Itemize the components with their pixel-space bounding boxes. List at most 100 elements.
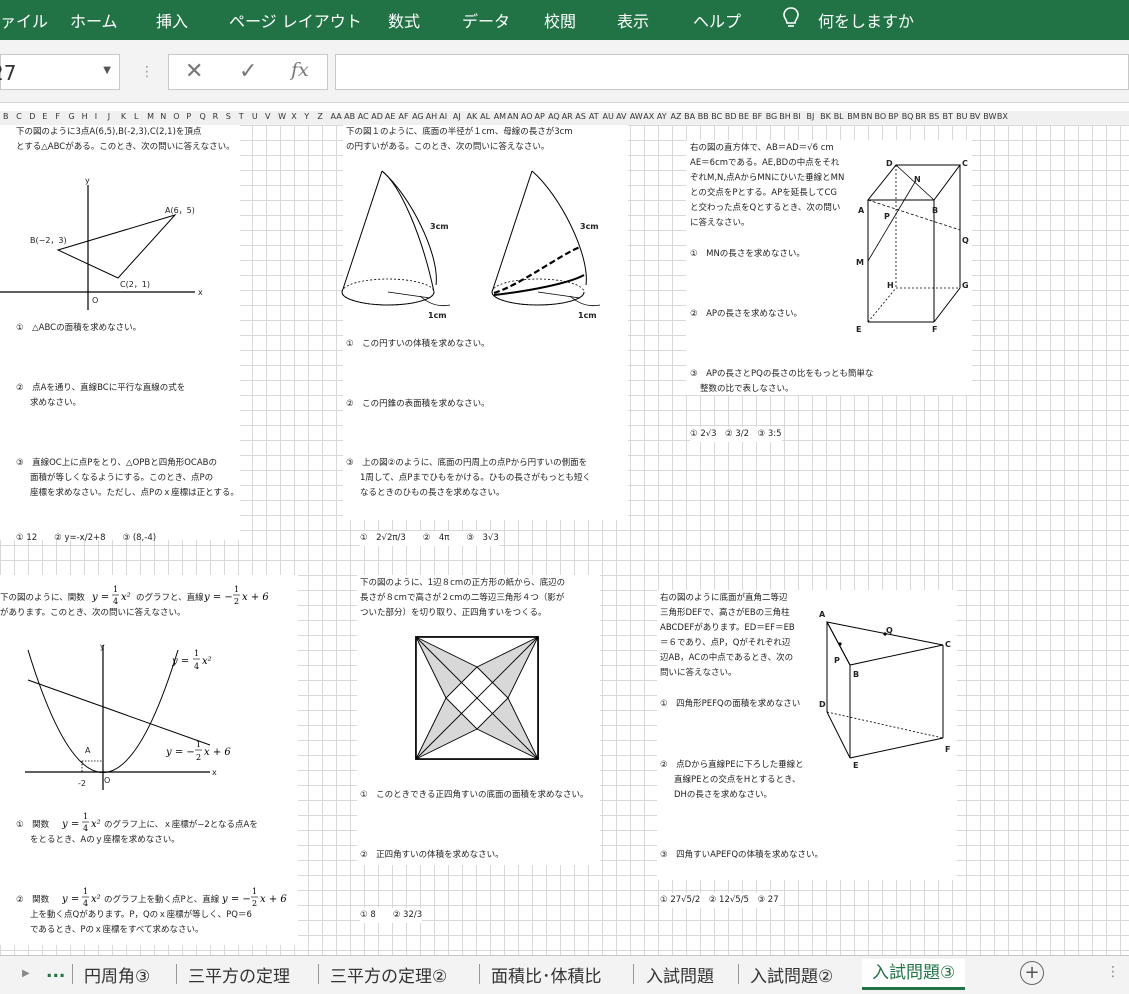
column-header[interactable]: BH <box>779 112 791 121</box>
column-header[interactable]: BB <box>698 112 709 121</box>
column-header[interactable]: E <box>42 112 47 121</box>
sheet-tab-enshukaku-3[interactable]: 円周角③ <box>84 962 150 987</box>
chevron-down-icon[interactable]: ▼ <box>103 65 111 76</box>
column-header[interactable]: X <box>291 112 296 121</box>
column-header[interactable]: Z <box>317 112 322 121</box>
column-header[interactable]: BF <box>752 112 762 121</box>
column-header[interactable]: AK <box>467 112 478 121</box>
column-header[interactable]: BR <box>915 112 926 121</box>
column-header[interactable]: BS <box>929 112 939 121</box>
column-header[interactable]: BO <box>875 112 887 121</box>
column-header[interactable]: BA <box>684 112 695 121</box>
column-header[interactable]: AG <box>412 112 424 121</box>
tab-view[interactable]: 表示 <box>617 8 649 32</box>
column-header[interactable]: R <box>213 112 219 121</box>
column-header[interactable]: BM <box>847 112 859 121</box>
tab-help[interactable]: ヘルプ <box>693 8 741 32</box>
column-header[interactable]: D <box>29 112 35 121</box>
column-header[interactable]: BE <box>739 112 750 121</box>
column-header[interactable]: BV <box>970 112 981 121</box>
column-header[interactable]: AL <box>480 112 490 121</box>
column-header[interactable]: AD <box>371 112 383 121</box>
sheet-tab-sanheiho[interactable]: 三平方の定理 <box>188 962 290 987</box>
column-header[interactable]: T <box>239 112 244 121</box>
column-header[interactable]: BL <box>834 112 844 121</box>
column-header[interactable]: U <box>252 112 258 121</box>
column-header[interactable]: BC <box>711 112 722 121</box>
column-header[interactable]: AA <box>331 112 342 121</box>
column-header[interactable]: H <box>82 112 88 121</box>
sheet-tab-exam-3[interactable]: 入試問題③ <box>862 959 966 990</box>
drag-handle-icon[interactable]: ⋮ <box>140 64 154 80</box>
sheet-tab-exam[interactable]: 入試問題 <box>646 962 714 987</box>
tab-file[interactable]: ァイル <box>0 8 48 32</box>
tab-data[interactable]: データ <box>462 8 510 32</box>
formula-input[interactable] <box>335 54 1129 90</box>
column-header[interactable]: AF <box>399 112 409 121</box>
column-header[interactable]: AR <box>562 112 573 121</box>
column-header[interactable]: K <box>121 112 126 121</box>
column-header[interactable]: Q <box>200 112 206 121</box>
cancel-icon[interactable]: ✕ <box>185 59 203 84</box>
column-header[interactable]: AT <box>589 112 599 121</box>
column-header[interactable]: W <box>278 112 286 121</box>
tab-formulas[interactable]: 数式 <box>388 8 420 32</box>
column-header[interactable]: AW <box>630 112 643 121</box>
sheet-tab-area-volume-ratio[interactable]: 面積比･体積比 <box>491 962 602 987</box>
column-header[interactable]: G <box>69 112 75 121</box>
insert-function-icon[interactable]: fx <box>291 59 309 81</box>
column-header[interactable]: F <box>55 112 60 121</box>
column-header[interactable]: O <box>173 112 179 121</box>
tab-review[interactable]: 校閲 <box>544 8 576 32</box>
column-header[interactable]: BJ <box>807 112 815 121</box>
column-header[interactable]: P <box>186 112 191 121</box>
column-header[interactable]: BG <box>766 112 778 121</box>
more-sheets-button[interactable]: ... <box>46 962 65 982</box>
column-header[interactable]: J <box>108 112 110 121</box>
worksheet-grid[interactable]: 下の図のように3点A(6,5),B(-2,3),C(2,1)を頂点 とする△AB… <box>0 125 1129 955</box>
column-header[interactable]: AO <box>521 112 533 121</box>
tab-insert[interactable]: 挿入 <box>156 8 188 32</box>
column-header[interactable]: AM <box>494 112 506 121</box>
name-box[interactable]: 27 ▼ <box>0 54 120 90</box>
column-header[interactable]: AE <box>385 112 396 121</box>
column-header[interactable]: M <box>147 112 154 121</box>
column-header[interactable]: AC <box>358 112 369 121</box>
column-header[interactable]: BK <box>820 112 831 121</box>
column-header[interactable]: AV <box>616 112 626 121</box>
column-header[interactable]: AB <box>344 112 355 121</box>
column-header[interactable]: AX <box>643 112 654 121</box>
tell-me-search[interactable]: 何をしますか <box>818 8 914 32</box>
column-header[interactable]: AU <box>603 112 614 121</box>
lightbulb-icon[interactable] <box>782 6 800 30</box>
sheet-tab-exam-2[interactable]: 入試問題② <box>750 962 833 987</box>
column-header[interactable]: AP <box>535 112 545 121</box>
more-options-icon[interactable]: ⋮ <box>1106 964 1120 980</box>
column-header[interactable]: I <box>95 112 97 121</box>
column-header[interactable]: BU <box>956 112 967 121</box>
tab-home[interactable]: ホーム <box>70 8 118 32</box>
column-header[interactable]: C <box>16 112 22 121</box>
enter-icon[interactable]: ✓ <box>239 59 257 84</box>
column-header[interactable]: BT <box>943 112 953 121</box>
column-header[interactable]: BI <box>793 112 801 121</box>
column-header[interactable]: BW <box>983 112 996 121</box>
sheet-tab-sanheiho-2[interactable]: 三平方の定理② <box>330 962 447 987</box>
column-header[interactable]: Y <box>304 112 309 121</box>
column-header[interactable]: BP <box>888 112 898 121</box>
column-header[interactable]: AN <box>507 112 518 121</box>
column-header[interactable]: BX <box>997 112 1008 121</box>
column-header[interactable]: S <box>226 112 231 121</box>
tab-page-layout[interactable]: ページ レイアウト <box>229 8 362 32</box>
column-header[interactable]: N <box>160 112 166 121</box>
column-header[interactable]: BQ <box>902 112 914 121</box>
column-header[interactable]: BD <box>725 112 737 121</box>
column-header[interactable]: BN <box>861 112 872 121</box>
column-header[interactable]: B <box>3 112 9 121</box>
column-header[interactable]: L <box>134 112 138 121</box>
scroll-right-icon[interactable]: ▶ <box>22 968 30 979</box>
add-sheet-icon[interactable]: + <box>1020 961 1044 985</box>
column-header[interactable]: AS <box>575 112 586 121</box>
column-header[interactable]: AJ <box>453 112 461 121</box>
column-header[interactable]: V <box>265 112 270 121</box>
